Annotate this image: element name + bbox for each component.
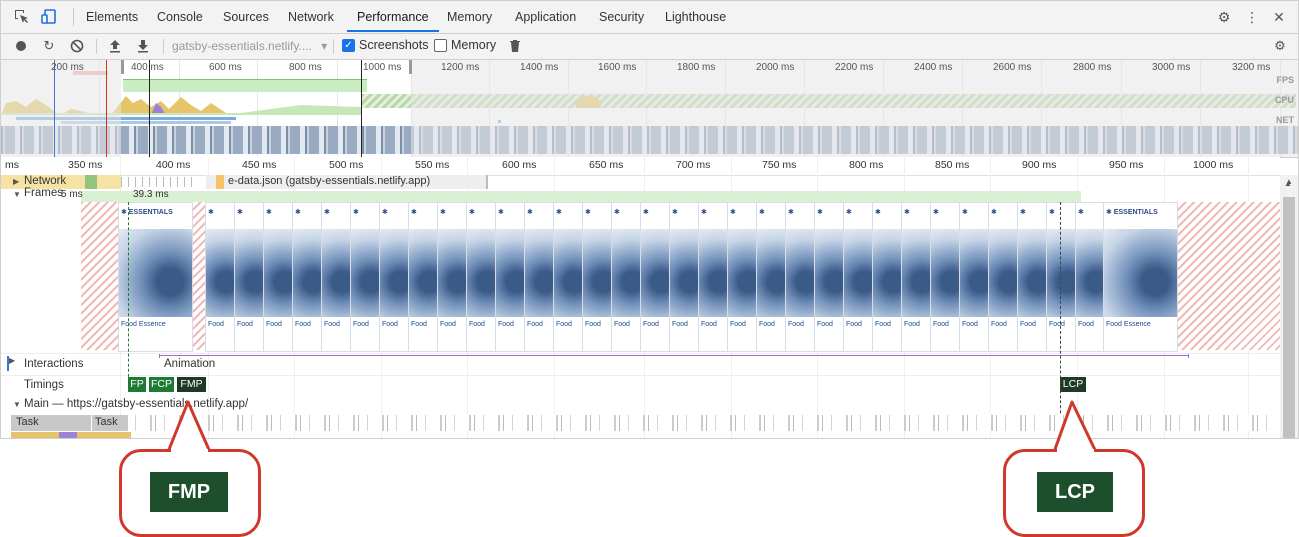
fmp-callout-tag: FMP	[150, 472, 228, 512]
lcp-callout-tag: LCP	[1037, 472, 1113, 512]
fmp-callout: FMP	[119, 449, 261, 537]
lcp-callout: LCP	[1003, 449, 1145, 537]
